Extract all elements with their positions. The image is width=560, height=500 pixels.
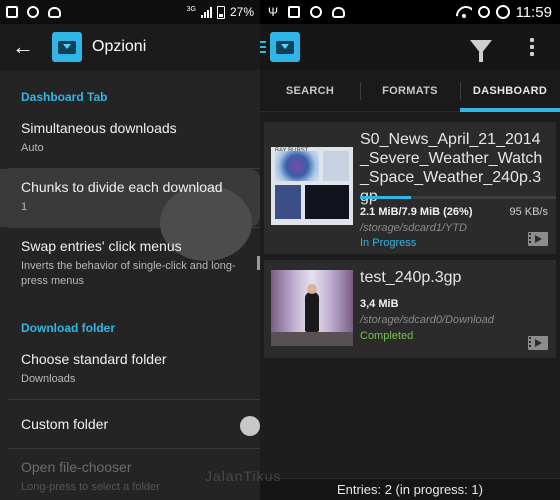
watermark: JalanTikus: [205, 468, 282, 484]
file-path: /storage/sdcard0/Download: [360, 314, 494, 326]
progress-fill: [360, 196, 411, 199]
usb-icon: Ψ: [268, 5, 279, 19]
file-size: 2.1 MiB/7.9 MiB (26%): [360, 206, 473, 218]
download-progress-bar: [360, 196, 556, 199]
entries-summary: Entries: 2 (in progress: 1): [260, 478, 560, 500]
video-file-icon: [528, 232, 548, 246]
pref-chunks-per-download[interactable]: Chunks to divide each download 1: [0, 169, 260, 261]
wifi-icon: [456, 6, 472, 18]
alarm-icon: [495, 5, 510, 19]
custom-folder-toggle[interactable]: [240, 416, 260, 436]
status-bar: Ψ 11:59: [260, 0, 560, 24]
notification-icon: [6, 6, 18, 18]
network-type: 3G: [186, 6, 196, 13]
pref-summary: Auto: [21, 142, 44, 154]
cyanogen-icon: [48, 6, 61, 18]
status-bar: 3G 27%: [0, 0, 260, 24]
tab-formats[interactable]: FORMATS: [360, 70, 460, 111]
pref-title: Choose standard folder: [21, 351, 167, 367]
file-name: test_240p.3gp: [360, 269, 462, 286]
battery-icon: [216, 5, 225, 19]
download-list: BAY BURST S0_News_April_21_2014_Severe_W…: [260, 112, 560, 358]
download-speed: 95 KB/s: [509, 206, 548, 218]
download-status: Completed: [360, 330, 414, 342]
pref-title: Chunks to divide each download: [21, 179, 223, 195]
pref-title: Simultaneous downloads: [21, 120, 177, 136]
pref-choose-standard-folder[interactable]: Choose standard folder Downloads: [0, 341, 260, 399]
dashboard-app-bar: [260, 24, 560, 70]
video-file-icon: [528, 336, 548, 350]
file-path: /storage/sdcard1/YTD: [360, 222, 467, 234]
app-logo-icon[interactable]: [270, 32, 300, 62]
settings-panel: 3G 27% ← Opzioni Dashboard Tab Simultane…: [0, 0, 260, 500]
dashboard-panel: Ψ 11:59 SEARCH FORMATS DASHBOARD BAY BUR…: [260, 0, 560, 500]
pref-simultaneous-downloads[interactable]: Simultaneous downloads Auto: [0, 110, 260, 168]
settings-app-bar: ← Opzioni: [0, 24, 260, 70]
app-logo-icon: [52, 32, 82, 62]
pref-summary: 1: [21, 201, 28, 213]
filter-icon[interactable]: [470, 40, 492, 62]
tab-bar: SEARCH FORMATS DASHBOARD: [260, 70, 560, 112]
pref-title: Custom folder: [21, 416, 109, 432]
category-dashboard-tab: Dashboard Tab: [21, 90, 108, 104]
clock: 11:59: [515, 3, 552, 21]
size-row: 3,4 MiB: [360, 298, 548, 310]
drawer-indicator-icon[interactable]: [260, 41, 266, 53]
pref-swap-click-menus[interactable]: Swap entries' click menus Inverts the be…: [0, 228, 260, 301]
shield-icon: [310, 6, 323, 18]
pref-custom-folder[interactable]: Custom folder: [0, 400, 260, 448]
video-thumbnail: [271, 270, 353, 346]
signal-icon: [200, 6, 212, 18]
file-name: S0_News_April_21_2014_Severe_Weather_Wat…: [360, 131, 543, 205]
video-thumbnail: BAY BURST: [271, 147, 353, 225]
pref-title: Swap entries' click menus: [21, 238, 182, 254]
cyanogen-icon: [332, 6, 346, 18]
download-entry[interactable]: BAY BURST S0_News_April_21_2014_Severe_W…: [264, 122, 556, 254]
download-status: In Progress: [360, 237, 417, 249]
pref-summary: Downloads: [21, 373, 76, 385]
size-row: 2.1 MiB/7.9 MiB (26%) 95 KB/s: [360, 206, 548, 218]
tab-dashboard[interactable]: DASHBOARD: [460, 70, 560, 112]
download-entry[interactable]: test_240p.3gp 3,4 MiB /storage/sdcard0/D…: [264, 260, 556, 358]
back-arrow-icon[interactable]: ←: [12, 34, 38, 60]
notification-icon: [288, 6, 301, 18]
category-download-folder: Download folder: [21, 321, 115, 335]
pref-summary: Inverts the behavior of single-click and…: [21, 260, 236, 287]
shield-icon: [27, 6, 39, 18]
sync-icon: [477, 6, 490, 18]
tab-search[interactable]: SEARCH: [260, 70, 360, 111]
file-size: 3,4 MiB: [360, 298, 399, 310]
overflow-menu-icon[interactable]: [530, 38, 534, 56]
page-title: Opzioni: [92, 38, 147, 55]
battery-percent: 27%: [229, 5, 254, 19]
